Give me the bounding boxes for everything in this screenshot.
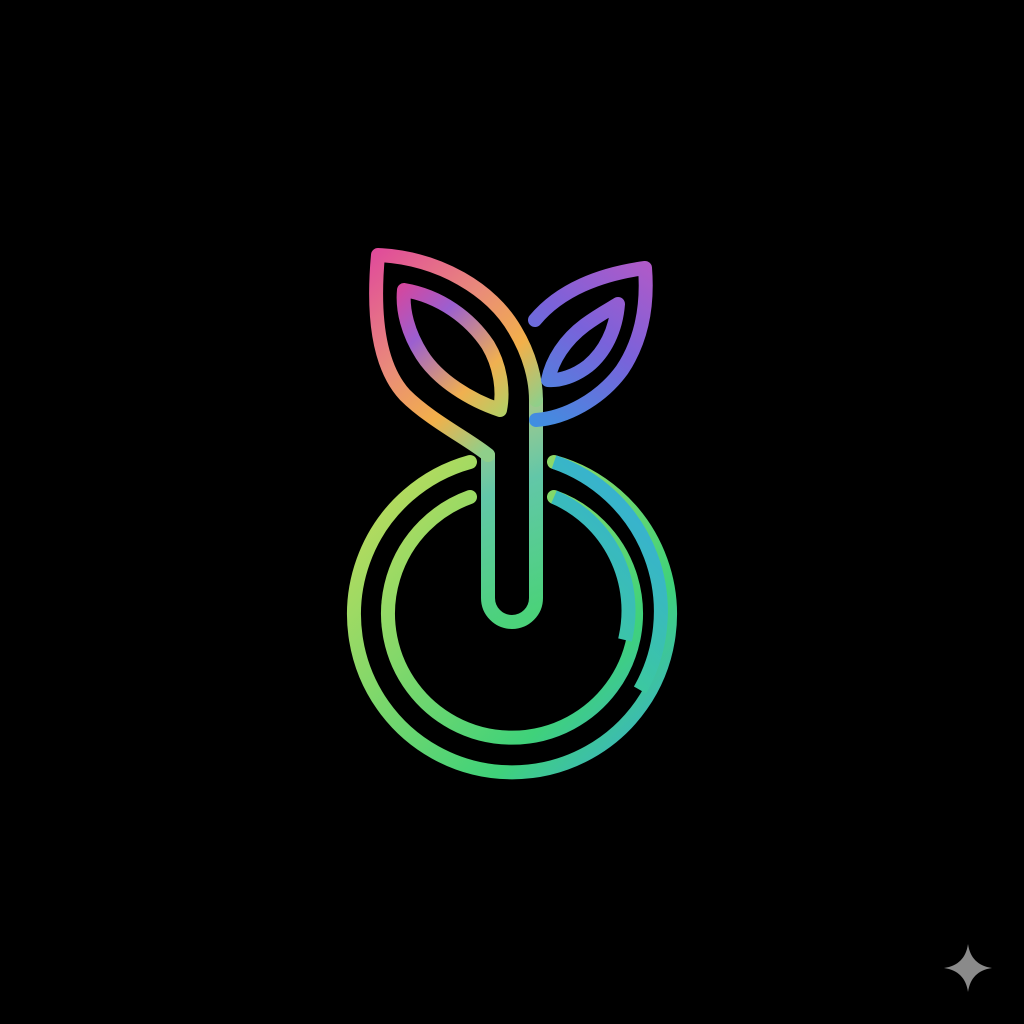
outer-ring-right (551, 455, 668, 694)
sparkle-icon (944, 944, 992, 992)
sprout-power-icon (347, 248, 677, 780)
right-leaf-inner (541, 297, 625, 388)
right-leaf-outer (528, 261, 653, 427)
left-leaf-inner (396, 283, 509, 417)
inner-ring-right (551, 490, 636, 642)
stem (481, 393, 543, 629)
canvas (0, 0, 1024, 1024)
